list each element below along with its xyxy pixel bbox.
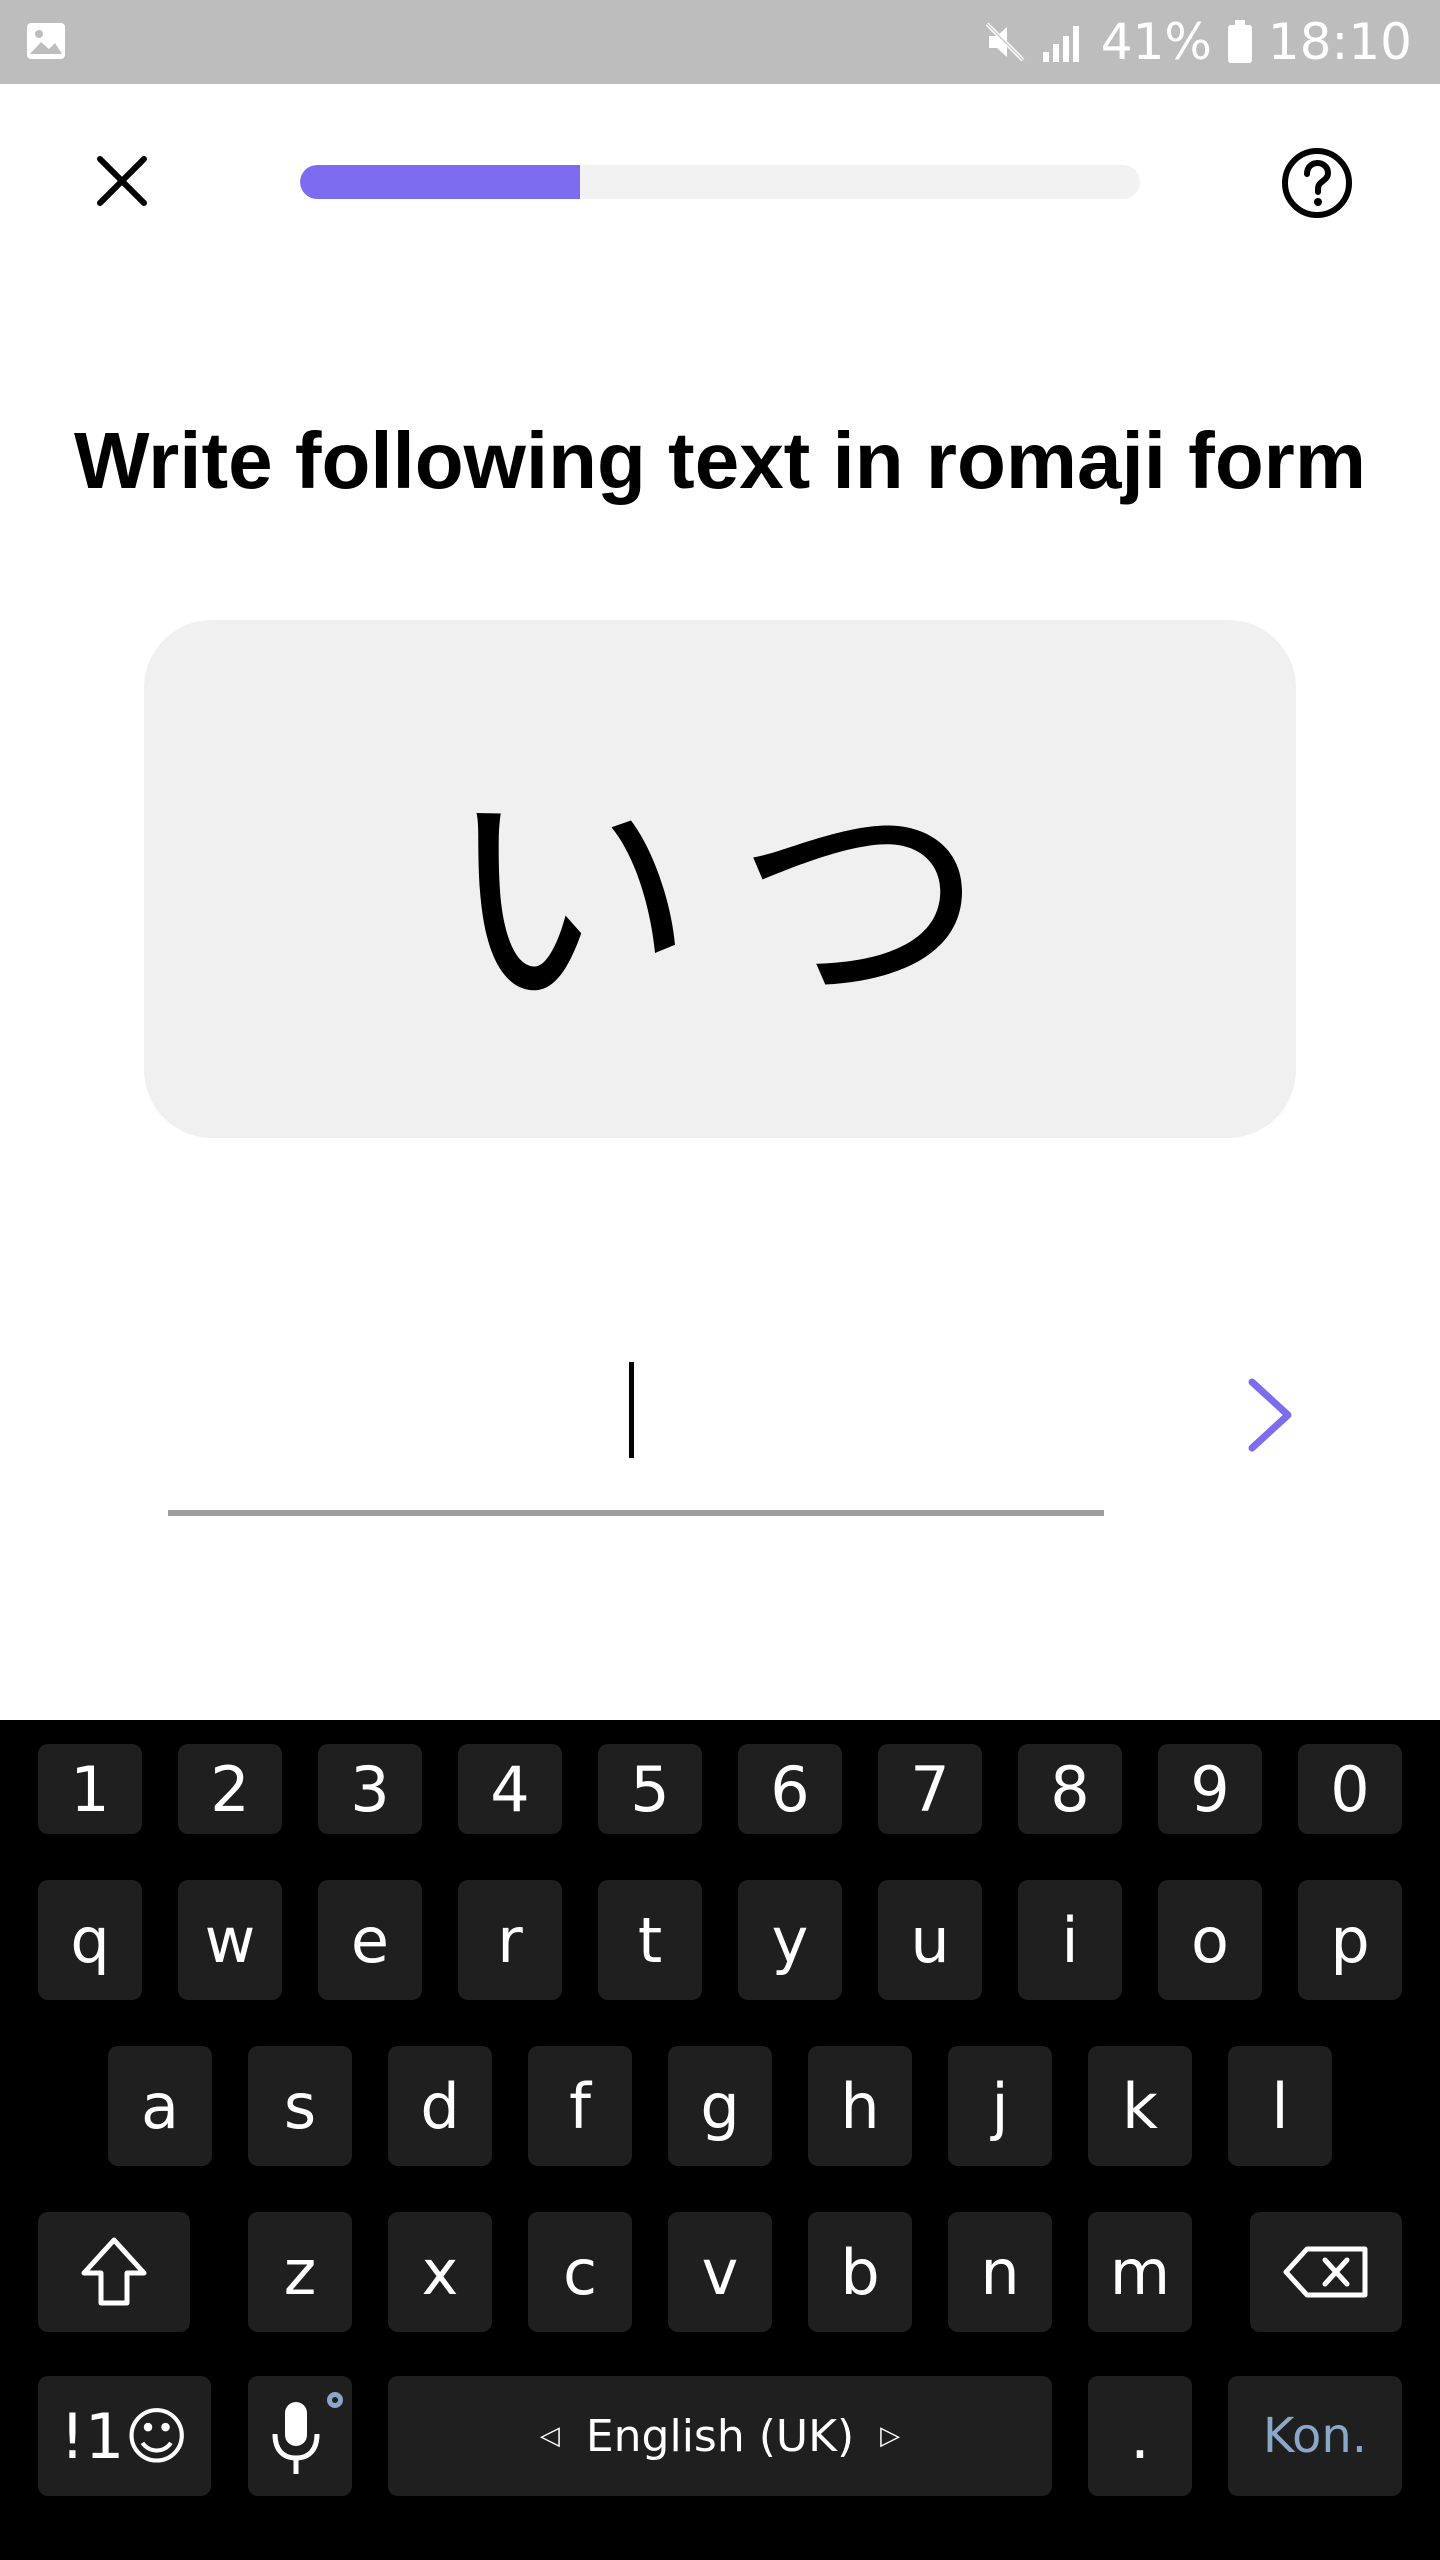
- key-2[interactable]: 2: [178, 1744, 282, 1834]
- key-i[interactable]: i: [1018, 1880, 1122, 2000]
- signal-icon: [1042, 26, 1079, 62]
- enter-key[interactable]: Kon.: [1228, 2376, 1402, 2496]
- key-e[interactable]: e: [318, 1880, 422, 2000]
- mute-icon: [985, 22, 1025, 62]
- language-prev-icon: ◁: [539, 2421, 560, 2451]
- key-y[interactable]: y: [738, 1880, 842, 2000]
- backspace-icon: [1283, 2246, 1368, 2298]
- key-d[interactable]: d: [388, 2046, 492, 2166]
- lesson-progress-bar: [300, 165, 1140, 199]
- key-a[interactable]: a: [108, 2046, 212, 2166]
- prompt-kana: いつ: [445, 756, 1025, 1047]
- key-f[interactable]: f: [528, 2046, 632, 2166]
- status-indicators: 41% 18:10: [983, 0, 1412, 84]
- key-s[interactable]: s: [248, 2046, 352, 2166]
- key-8[interactable]: 8: [1018, 1744, 1122, 1834]
- key-1[interactable]: 1: [38, 1744, 142, 1834]
- key-o[interactable]: o: [1158, 1880, 1262, 2000]
- key-v[interactable]: v: [668, 2212, 772, 2332]
- key-q[interactable]: q: [38, 1880, 142, 2000]
- text-cursor: [629, 1362, 634, 1458]
- answer-input[interactable]: [168, 1340, 1104, 1516]
- key-j[interactable]: j: [948, 2046, 1052, 2166]
- key-5[interactable]: 5: [598, 1744, 702, 1834]
- submit-answer-button[interactable]: [1240, 1370, 1300, 1460]
- space-key-label: English (UK): [585, 2410, 855, 2462]
- key-u[interactable]: u: [878, 1880, 982, 2000]
- space-key[interactable]: ◁ English (UK) ▷: [388, 2376, 1052, 2496]
- key-m[interactable]: m: [1088, 2212, 1192, 2332]
- key-h[interactable]: h: [808, 2046, 912, 2166]
- battery-icon: [1227, 20, 1252, 63]
- status-bar: 41% 18:10: [0, 0, 1440, 84]
- key-4[interactable]: 4: [458, 1744, 562, 1834]
- close-button[interactable]: [86, 145, 158, 217]
- key-t[interactable]: t: [598, 1880, 702, 2000]
- shift-icon: [81, 2237, 147, 2306]
- instruction-heading: Write following text in romaji form: [74, 416, 1366, 505]
- chevron-right-icon: [1248, 1378, 1292, 1452]
- key-p[interactable]: p: [1298, 1880, 1402, 2000]
- voice-input-key[interactable]: [248, 2376, 352, 2496]
- symbols-key[interactable]: !1☺: [38, 2376, 211, 2496]
- onscreen-keyboard: 1234567890 qwertyuiop asdfghjkl zxcvbnm …: [0, 1720, 1440, 2560]
- key-3[interactable]: 3: [318, 1744, 422, 1834]
- language-next-icon: ▷: [880, 2421, 901, 2451]
- key-n[interactable]: n: [948, 2212, 1052, 2332]
- period-key[interactable]: .: [1088, 2376, 1192, 2496]
- key-z[interactable]: z: [248, 2212, 352, 2332]
- key-b[interactable]: b: [808, 2212, 912, 2332]
- key-7[interactable]: 7: [878, 1744, 982, 1834]
- key-r[interactable]: r: [458, 1880, 562, 2000]
- help-icon: [1282, 148, 1352, 218]
- key-c[interactable]: c: [528, 2212, 632, 2332]
- prompt-card: いつ: [144, 620, 1296, 1138]
- battery-percent: 41%: [1100, 13, 1212, 71]
- key-g[interactable]: g: [668, 2046, 772, 2166]
- key-x[interactable]: x: [388, 2212, 492, 2332]
- clock: 18:10: [1267, 13, 1412, 71]
- gallery-notification-icon: [27, 23, 65, 59]
- key-l[interactable]: l: [1228, 2046, 1332, 2166]
- close-icon: [97, 156, 147, 206]
- shift-key[interactable]: [38, 2212, 190, 2332]
- microphone-icon: [272, 2392, 343, 2474]
- lesson-progress-fill: [300, 165, 580, 199]
- backspace-key[interactable]: [1250, 2212, 1402, 2332]
- key-w[interactable]: w: [178, 1880, 282, 2000]
- key-6[interactable]: 6: [738, 1744, 842, 1834]
- help-button[interactable]: [1280, 146, 1354, 220]
- key-9[interactable]: 9: [1158, 1744, 1262, 1834]
- key-0[interactable]: 0: [1298, 1744, 1402, 1834]
- key-k[interactable]: k: [1088, 2046, 1192, 2166]
